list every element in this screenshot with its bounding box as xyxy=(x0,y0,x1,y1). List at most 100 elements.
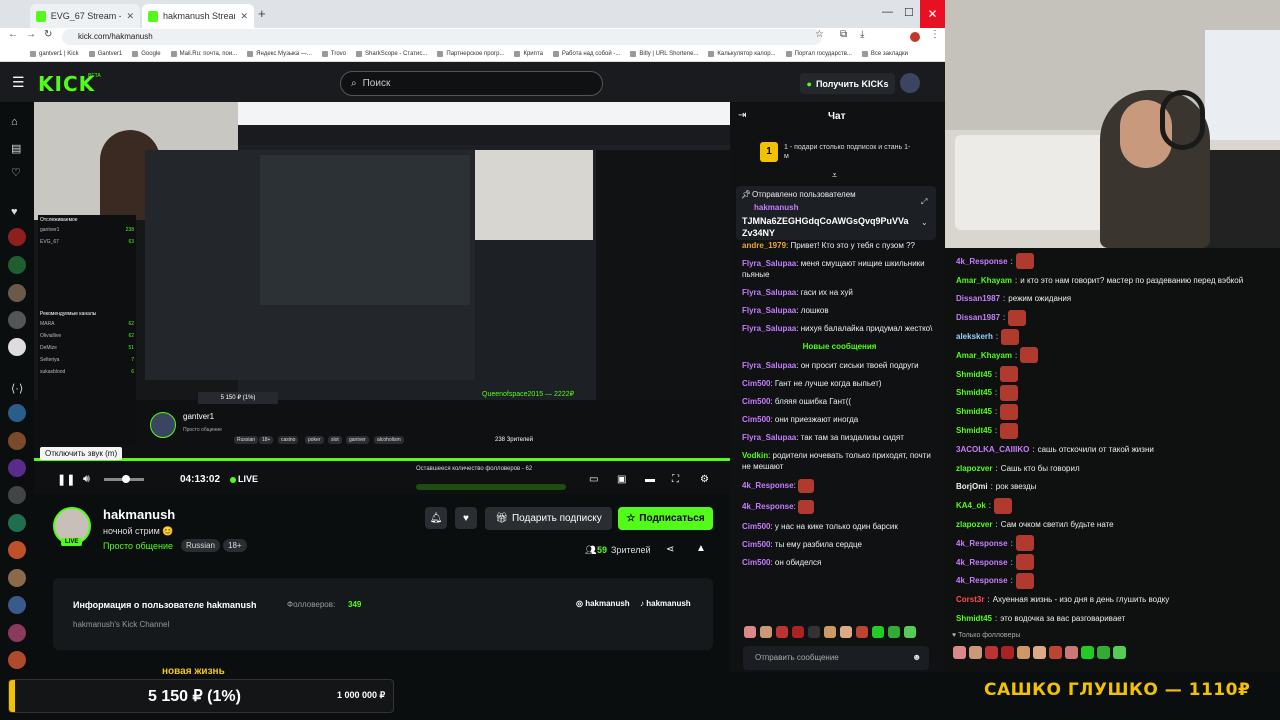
bookmark-item[interactable]: Все закладки xyxy=(861,50,908,57)
expand-icon[interactable]: ⌄ xyxy=(921,218,928,227)
collapse-chat-icon[interactable]: ⇥ xyxy=(738,110,746,121)
chat-username[interactable]: Cim500 xyxy=(742,415,770,424)
bookmark-item[interactable]: Mail.Ru: почта, пои... xyxy=(170,50,237,57)
fullscreen-icon[interactable]: ⛶ xyxy=(672,474,679,485)
emote-icon[interactable] xyxy=(808,626,820,638)
extensions-icon[interactable]: ⧉ xyxy=(840,29,847,40)
window-close-icon[interactable]: ✕ xyxy=(920,0,945,28)
heart-icon[interactable]: ♡ xyxy=(11,166,21,179)
channel-avatar[interactable] xyxy=(8,311,26,329)
chat-username[interactable]: Flyra_Salupaa xyxy=(742,306,796,315)
profile-avatar[interactable] xyxy=(910,32,920,42)
chat-username[interactable]: Flyra_Salupaa xyxy=(742,288,796,297)
settings-gear-icon[interactable]: ⚙ xyxy=(700,474,709,485)
stream-tag[interactable]: Russian xyxy=(181,539,220,552)
forward-icon[interactable]: → xyxy=(26,29,36,40)
tiktok-link[interactable]: ♪ hakmanush xyxy=(640,599,691,608)
kick-logo[interactable]: KICK xyxy=(38,72,95,96)
pause-icon[interactable]: ❚❚ xyxy=(57,473,75,486)
download-icon[interactable]: ⤓ xyxy=(860,29,864,40)
emote-icon[interactable] xyxy=(760,626,772,638)
menu-dots-icon[interactable]: ⋮ xyxy=(930,29,940,40)
bookmark-item[interactable]: Gantver1 xyxy=(88,50,122,57)
channel-avatar[interactable] xyxy=(8,569,26,587)
follow-heart-button[interactable]: ♥ xyxy=(455,507,477,529)
volume-slider-knob[interactable] xyxy=(122,475,130,483)
channel-avatar[interactable] xyxy=(8,541,26,559)
close-icon[interactable]: ✕ xyxy=(240,11,248,22)
star-icon[interactable]: ☆ xyxy=(815,29,824,40)
gift-subscription-button[interactable]: 🎁︎ Подарить подписку xyxy=(485,507,612,530)
emote-icon[interactable] xyxy=(856,626,868,638)
channel-avatar[interactable] xyxy=(8,596,26,614)
bookmark-item[interactable]: Trovo xyxy=(321,50,346,57)
emote-icon[interactable] xyxy=(888,626,900,638)
channel-avatar[interactable] xyxy=(8,486,26,504)
theater-mode-icon[interactable]: ▭ xyxy=(589,474,598,485)
subscribe-button[interactable]: ☆ Подписаться xyxy=(618,507,713,530)
browser-tab-0[interactable]: EVG_67 Stream - Watch Live on Kick ✕ xyxy=(30,4,140,28)
chat-username[interactable]: andre_1979 xyxy=(742,241,786,250)
maximize-icon[interactable]: ☐ xyxy=(904,6,914,19)
instagram-link[interactable]: ◎ hakmanush xyxy=(576,599,630,608)
hamburger-menu-icon[interactable]: ☰ xyxy=(12,74,25,91)
chat-username[interactable]: Flyra_Salupaa xyxy=(742,259,796,268)
channel-avatar[interactable] xyxy=(8,404,26,422)
emote-icon[interactable] xyxy=(792,626,804,638)
bookmark-item[interactable]: Google xyxy=(132,50,161,57)
new-tab-icon[interactable]: + xyxy=(258,6,266,21)
chat-username[interactable]: Cim500 xyxy=(742,540,770,549)
unpin-icon[interactable]: ⤢ xyxy=(921,197,927,207)
address-bar[interactable]: kick.com/hakmanush xyxy=(62,29,822,45)
bookmark-item[interactable]: Яндекс Музыка —... xyxy=(247,50,312,57)
stream-category[interactable]: Просто общение xyxy=(103,541,173,551)
clip-icon[interactable]: ▣ xyxy=(617,474,626,485)
chat-username[interactable]: 4k_Response xyxy=(742,481,794,490)
report-warning-icon[interactable]: ▲ xyxy=(696,543,706,554)
emote-icon[interactable] xyxy=(744,626,756,638)
channel-name[interactable]: hakmanush xyxy=(103,507,175,522)
channel-avatar[interactable] xyxy=(8,338,26,356)
following-heart-icon[interactable]: ♥ xyxy=(11,206,18,218)
chat-username[interactable]: Flyra_Salupaa xyxy=(742,361,796,370)
back-icon[interactable]: ← xyxy=(8,29,18,40)
chat-username[interactable]: Cim500 xyxy=(742,558,770,567)
stream-tag[interactable]: 18+ xyxy=(223,539,247,552)
chat-username[interactable]: Vodkin xyxy=(742,451,768,460)
home-icon[interactable]: ⌂ xyxy=(11,116,18,128)
channel-avatar[interactable] xyxy=(8,432,26,450)
channel-avatar[interactable] xyxy=(8,514,26,532)
chevron-down-icon[interactable]: ⩡ xyxy=(832,170,837,181)
share-icon[interactable]: ⋖ xyxy=(666,544,674,555)
chat-username[interactable]: Cim500 xyxy=(742,522,770,531)
chat-username[interactable]: 4k_Response xyxy=(742,502,794,511)
channel-avatar[interactable] xyxy=(8,651,26,669)
bookmark-item[interactable]: gantver1 | Kick xyxy=(30,50,79,57)
bookmark-item[interactable]: Портал государств... xyxy=(785,50,852,57)
user-avatar[interactable] xyxy=(900,73,920,93)
bookmark-item[interactable]: Партнерское прогр... xyxy=(437,50,504,57)
minimize-icon[interactable]: — xyxy=(882,6,893,18)
channel-avatar[interactable] xyxy=(8,284,26,302)
browse-icon[interactable]: ▤ xyxy=(11,142,21,155)
chat-input[interactable]: Отправить сообщение xyxy=(743,646,929,670)
bookmark-item[interactable]: Bitly | URL Shortene... xyxy=(630,50,698,57)
chat-username[interactable]: Cim500 xyxy=(742,397,770,406)
bookmark-item[interactable]: SharkScope - Статис... xyxy=(356,50,427,57)
bookmark-item[interactable]: Крипта xyxy=(514,50,543,57)
volume-icon[interactable]: 🔊︎ xyxy=(83,473,90,486)
channel-avatar[interactable] xyxy=(8,624,26,642)
chat-username[interactable]: Flyra_Salupaa xyxy=(742,324,796,333)
emote-icon[interactable] xyxy=(776,626,788,638)
channel-avatar[interactable] xyxy=(8,459,26,477)
emote-icon[interactable] xyxy=(904,626,916,638)
bookmark-item[interactable]: Калькулятор калор... xyxy=(708,50,776,57)
reload-icon[interactable]: ↻ xyxy=(44,29,52,40)
chat-username[interactable]: Flyra_Salupaa xyxy=(742,433,796,442)
emote-icon[interactable] xyxy=(840,626,852,638)
browser-tab-1[interactable]: hakmanush Stream - Watch Live on Kick ✕ xyxy=(142,4,254,28)
emote-icon[interactable] xyxy=(872,626,884,638)
emoji-picker-icon[interactable]: ☻ xyxy=(912,652,921,662)
get-kicks-button[interactable]: ● Получить KICKs xyxy=(800,73,895,94)
channel-avatar[interactable] xyxy=(8,228,26,246)
